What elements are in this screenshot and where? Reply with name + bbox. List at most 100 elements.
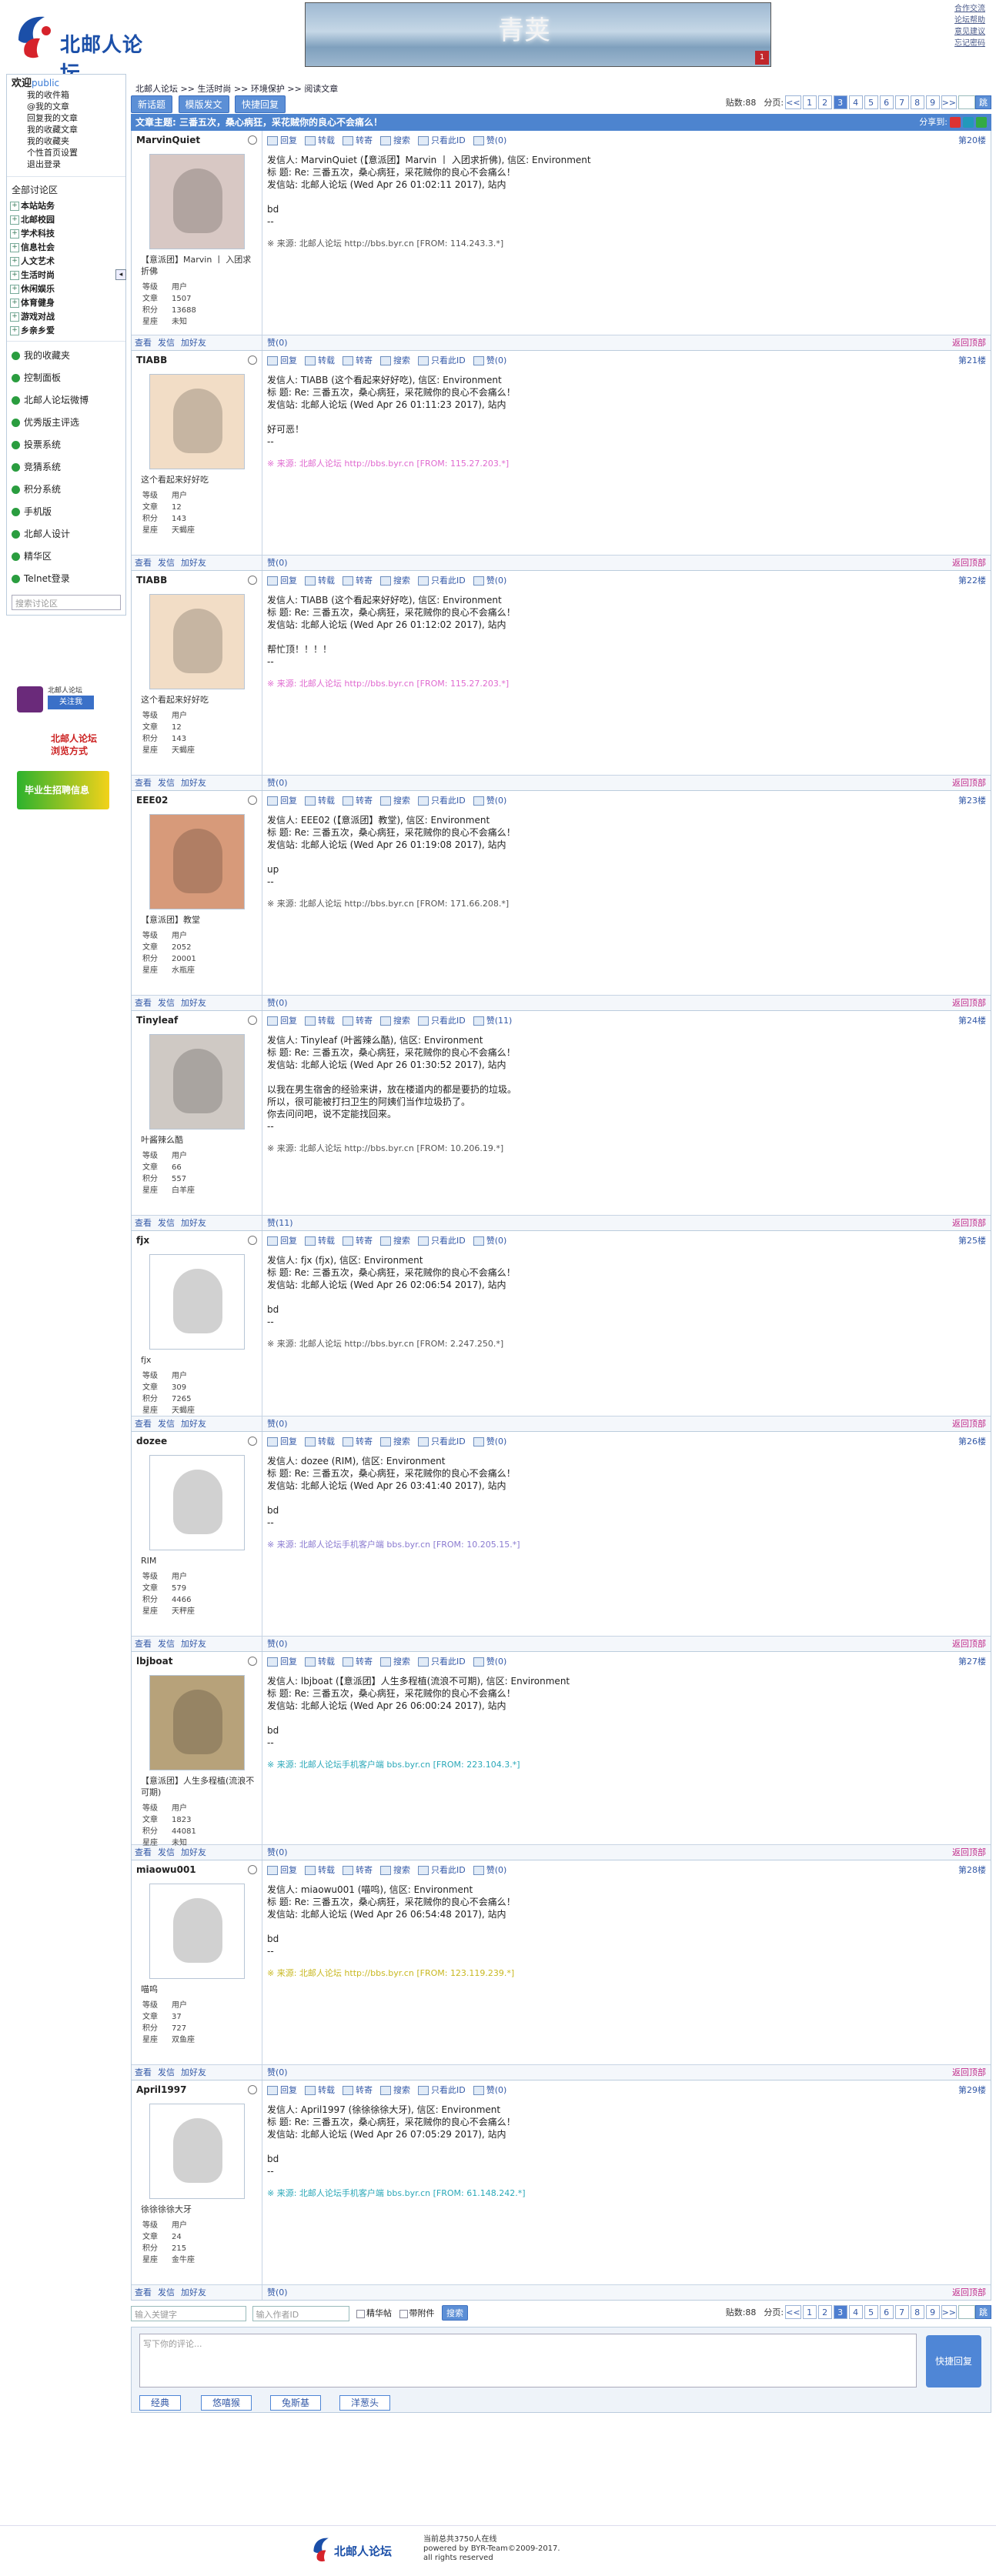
- post-tool-mail-button[interactable]: 转寄: [343, 1016, 373, 1026]
- like-button[interactable]: 赞(0): [473, 576, 507, 586]
- back-to-top-link[interactable]: 返回顶部: [952, 2285, 986, 2301]
- page-prev-button[interactable]: <<: [785, 95, 801, 109]
- view-profile-button[interactable]: 查看: [135, 558, 152, 568]
- add-friend-button[interactable]: 加好友: [181, 2067, 206, 2077]
- post-tool-only-this-id-button[interactable]: 只看此ID: [418, 2085, 466, 2095]
- footer-like-button[interactable]: 赞(0): [267, 1639, 288, 1649]
- view-profile-button[interactable]: 查看: [135, 1639, 152, 1649]
- post-tool-mail-button[interactable]: 转寄: [343, 1865, 373, 1875]
- back-to-top-link[interactable]: 返回顶部: [952, 996, 986, 1011]
- like-button[interactable]: 赞(0): [473, 1865, 507, 1875]
- board-item[interactable]: 人文艺术: [7, 255, 125, 269]
- floor-number[interactable]: 第24楼: [958, 1014, 986, 1026]
- page-number-button[interactable]: 3: [833, 95, 847, 109]
- renren-share-icon[interactable]: [976, 117, 987, 128]
- weibo-share-icon[interactable]: [950, 117, 961, 128]
- add-friend-button[interactable]: 加好友: [181, 2287, 206, 2297]
- post-tool-only-this-id-button[interactable]: 只看此ID: [418, 135, 466, 145]
- post-tool-reply-button[interactable]: 回复: [267, 1436, 297, 1446]
- post-tool-forward-button[interactable]: 转载: [305, 1236, 335, 1246]
- avatar[interactable]: [149, 374, 245, 469]
- author-name[interactable]: Tinyleaf: [136, 1014, 257, 1026]
- user-link-replies[interactable]: 回复我的文章: [12, 112, 121, 124]
- view-profile-button[interactable]: 查看: [135, 1218, 152, 1228]
- author-name[interactable]: MarvinQuiet: [136, 134, 257, 146]
- send-message-button[interactable]: 发信: [158, 338, 175, 348]
- banner-ad[interactable]: 青荚 1: [305, 2, 771, 67]
- post-tool-mail-button[interactable]: 转寄: [343, 576, 373, 586]
- sidebar-entry[interactable]: 北邮人设计: [7, 523, 125, 546]
- post-tool-search-button[interactable]: 搜索: [380, 576, 410, 586]
- template-post-button[interactable]: 模版发文: [178, 95, 229, 113]
- post-tool-only-this-id-button[interactable]: 只看此ID: [418, 796, 466, 806]
- post-tool-mail-button[interactable]: 转寄: [343, 135, 373, 145]
- job-info-promo[interactable]: 毕业生招聘信息: [17, 771, 109, 809]
- post-tool-reply-button[interactable]: 回复: [267, 355, 297, 365]
- emoji-tab-tusiji[interactable]: 兔斯基: [270, 2395, 322, 2411]
- floor-number[interactable]: 第20楼: [958, 134, 986, 146]
- collapse-sidebar-button[interactable]: ◂: [115, 269, 126, 280]
- sidebar-entry[interactable]: 北邮人论坛微博: [7, 389, 125, 412]
- send-message-button[interactable]: 发信: [158, 1218, 175, 1228]
- page-number-button[interactable]: 7: [894, 2305, 909, 2319]
- post-tool-reply-button[interactable]: 回复: [267, 576, 297, 586]
- author-name[interactable]: lbjboat: [136, 1655, 257, 1667]
- sidebar-entry[interactable]: 优秀版主评选: [7, 412, 125, 434]
- page-jump-button[interactable]: 跳: [975, 2305, 991, 2319]
- post-tool-mail-button[interactable]: 转寄: [343, 796, 373, 806]
- page-number-button[interactable]: 5: [864, 95, 878, 109]
- sidebar-entry[interactable]: 控制面板: [7, 367, 125, 389]
- post-tool-forward-button[interactable]: 转载: [305, 796, 335, 806]
- like-button[interactable]: 赞(0): [473, 1436, 507, 1446]
- avatar[interactable]: [149, 154, 245, 249]
- view-profile-button[interactable]: 查看: [135, 2287, 152, 2297]
- floor-number[interactable]: 第23楼: [958, 794, 986, 806]
- avatar[interactable]: [149, 594, 245, 689]
- page-number-button[interactable]: 1: [802, 2305, 817, 2319]
- post-tool-reply-button[interactable]: 回复: [267, 1016, 297, 1026]
- keyword-input[interactable]: 输入关键字: [131, 2306, 246, 2321]
- attachment-checkbox[interactable]: [399, 2309, 408, 2318]
- view-profile-button[interactable]: 查看: [135, 338, 152, 348]
- page-number-button[interactable]: 1: [802, 95, 817, 109]
- footer-like-button[interactable]: 赞(11): [267, 1218, 293, 1228]
- quick-reply-submit-button[interactable]: 快捷回复: [926, 2335, 981, 2387]
- like-button[interactable]: 赞(0): [473, 355, 507, 365]
- page-number-button[interactable]: 5: [864, 2305, 878, 2319]
- post-tool-reply-button[interactable]: 回复: [267, 796, 297, 806]
- page-number-button[interactable]: 4: [848, 95, 863, 109]
- breadcrumb-board[interactable]: 环境保护: [251, 84, 285, 94]
- view-profile-button[interactable]: 查看: [135, 998, 152, 1008]
- post-tool-reply-button[interactable]: 回复: [267, 1657, 297, 1667]
- elite-checkbox[interactable]: [356, 2309, 365, 2318]
- sidebar-entry[interactable]: 竞猜系统: [7, 456, 125, 479]
- sidebar-entry[interactable]: 我的收藏夹: [7, 345, 125, 367]
- post-tool-search-button[interactable]: 搜索: [380, 2085, 410, 2095]
- post-tool-reply-button[interactable]: 回复: [267, 135, 297, 145]
- page-number-button[interactable]: 6: [879, 2305, 894, 2319]
- top-link-feedback[interactable]: 意见建议: [954, 26, 996, 38]
- emoji-tab-onion[interactable]: 洋葱头: [339, 2395, 391, 2411]
- author-input[interactable]: 输入作者ID: [252, 2306, 349, 2321]
- back-to-top-link[interactable]: 返回顶部: [952, 2065, 986, 2080]
- user-name[interactable]: public: [32, 78, 59, 88]
- board-item[interactable]: 学术科技: [7, 227, 125, 241]
- post-tool-search-button[interactable]: 搜索: [380, 135, 410, 145]
- send-message-button[interactable]: 发信: [158, 1639, 175, 1649]
- avatar[interactable]: [149, 1034, 245, 1130]
- view-profile-button[interactable]: 查看: [135, 1419, 152, 1429]
- post-tool-search-button[interactable]: 搜索: [380, 1236, 410, 1246]
- add-friend-button[interactable]: 加好友: [181, 338, 206, 348]
- post-tool-search-button[interactable]: 搜索: [380, 355, 410, 365]
- user-link-favorite-articles[interactable]: 我的收藏文章: [12, 124, 121, 135]
- author-name[interactable]: TIABB: [136, 354, 257, 366]
- page-number-button[interactable]: 6: [879, 95, 894, 109]
- view-profile-button[interactable]: 查看: [135, 778, 152, 788]
- breadcrumb-section[interactable]: 生活时尚: [197, 84, 231, 94]
- breadcrumb-home[interactable]: 北邮人论坛: [135, 84, 178, 94]
- floor-number[interactable]: 第28楼: [958, 1864, 986, 1876]
- avatar[interactable]: [149, 1675, 245, 1770]
- sidebar-entry[interactable]: 精华区: [7, 546, 125, 568]
- author-name[interactable]: fjx: [136, 1234, 257, 1246]
- post-tool-search-button[interactable]: 搜索: [380, 1436, 410, 1446]
